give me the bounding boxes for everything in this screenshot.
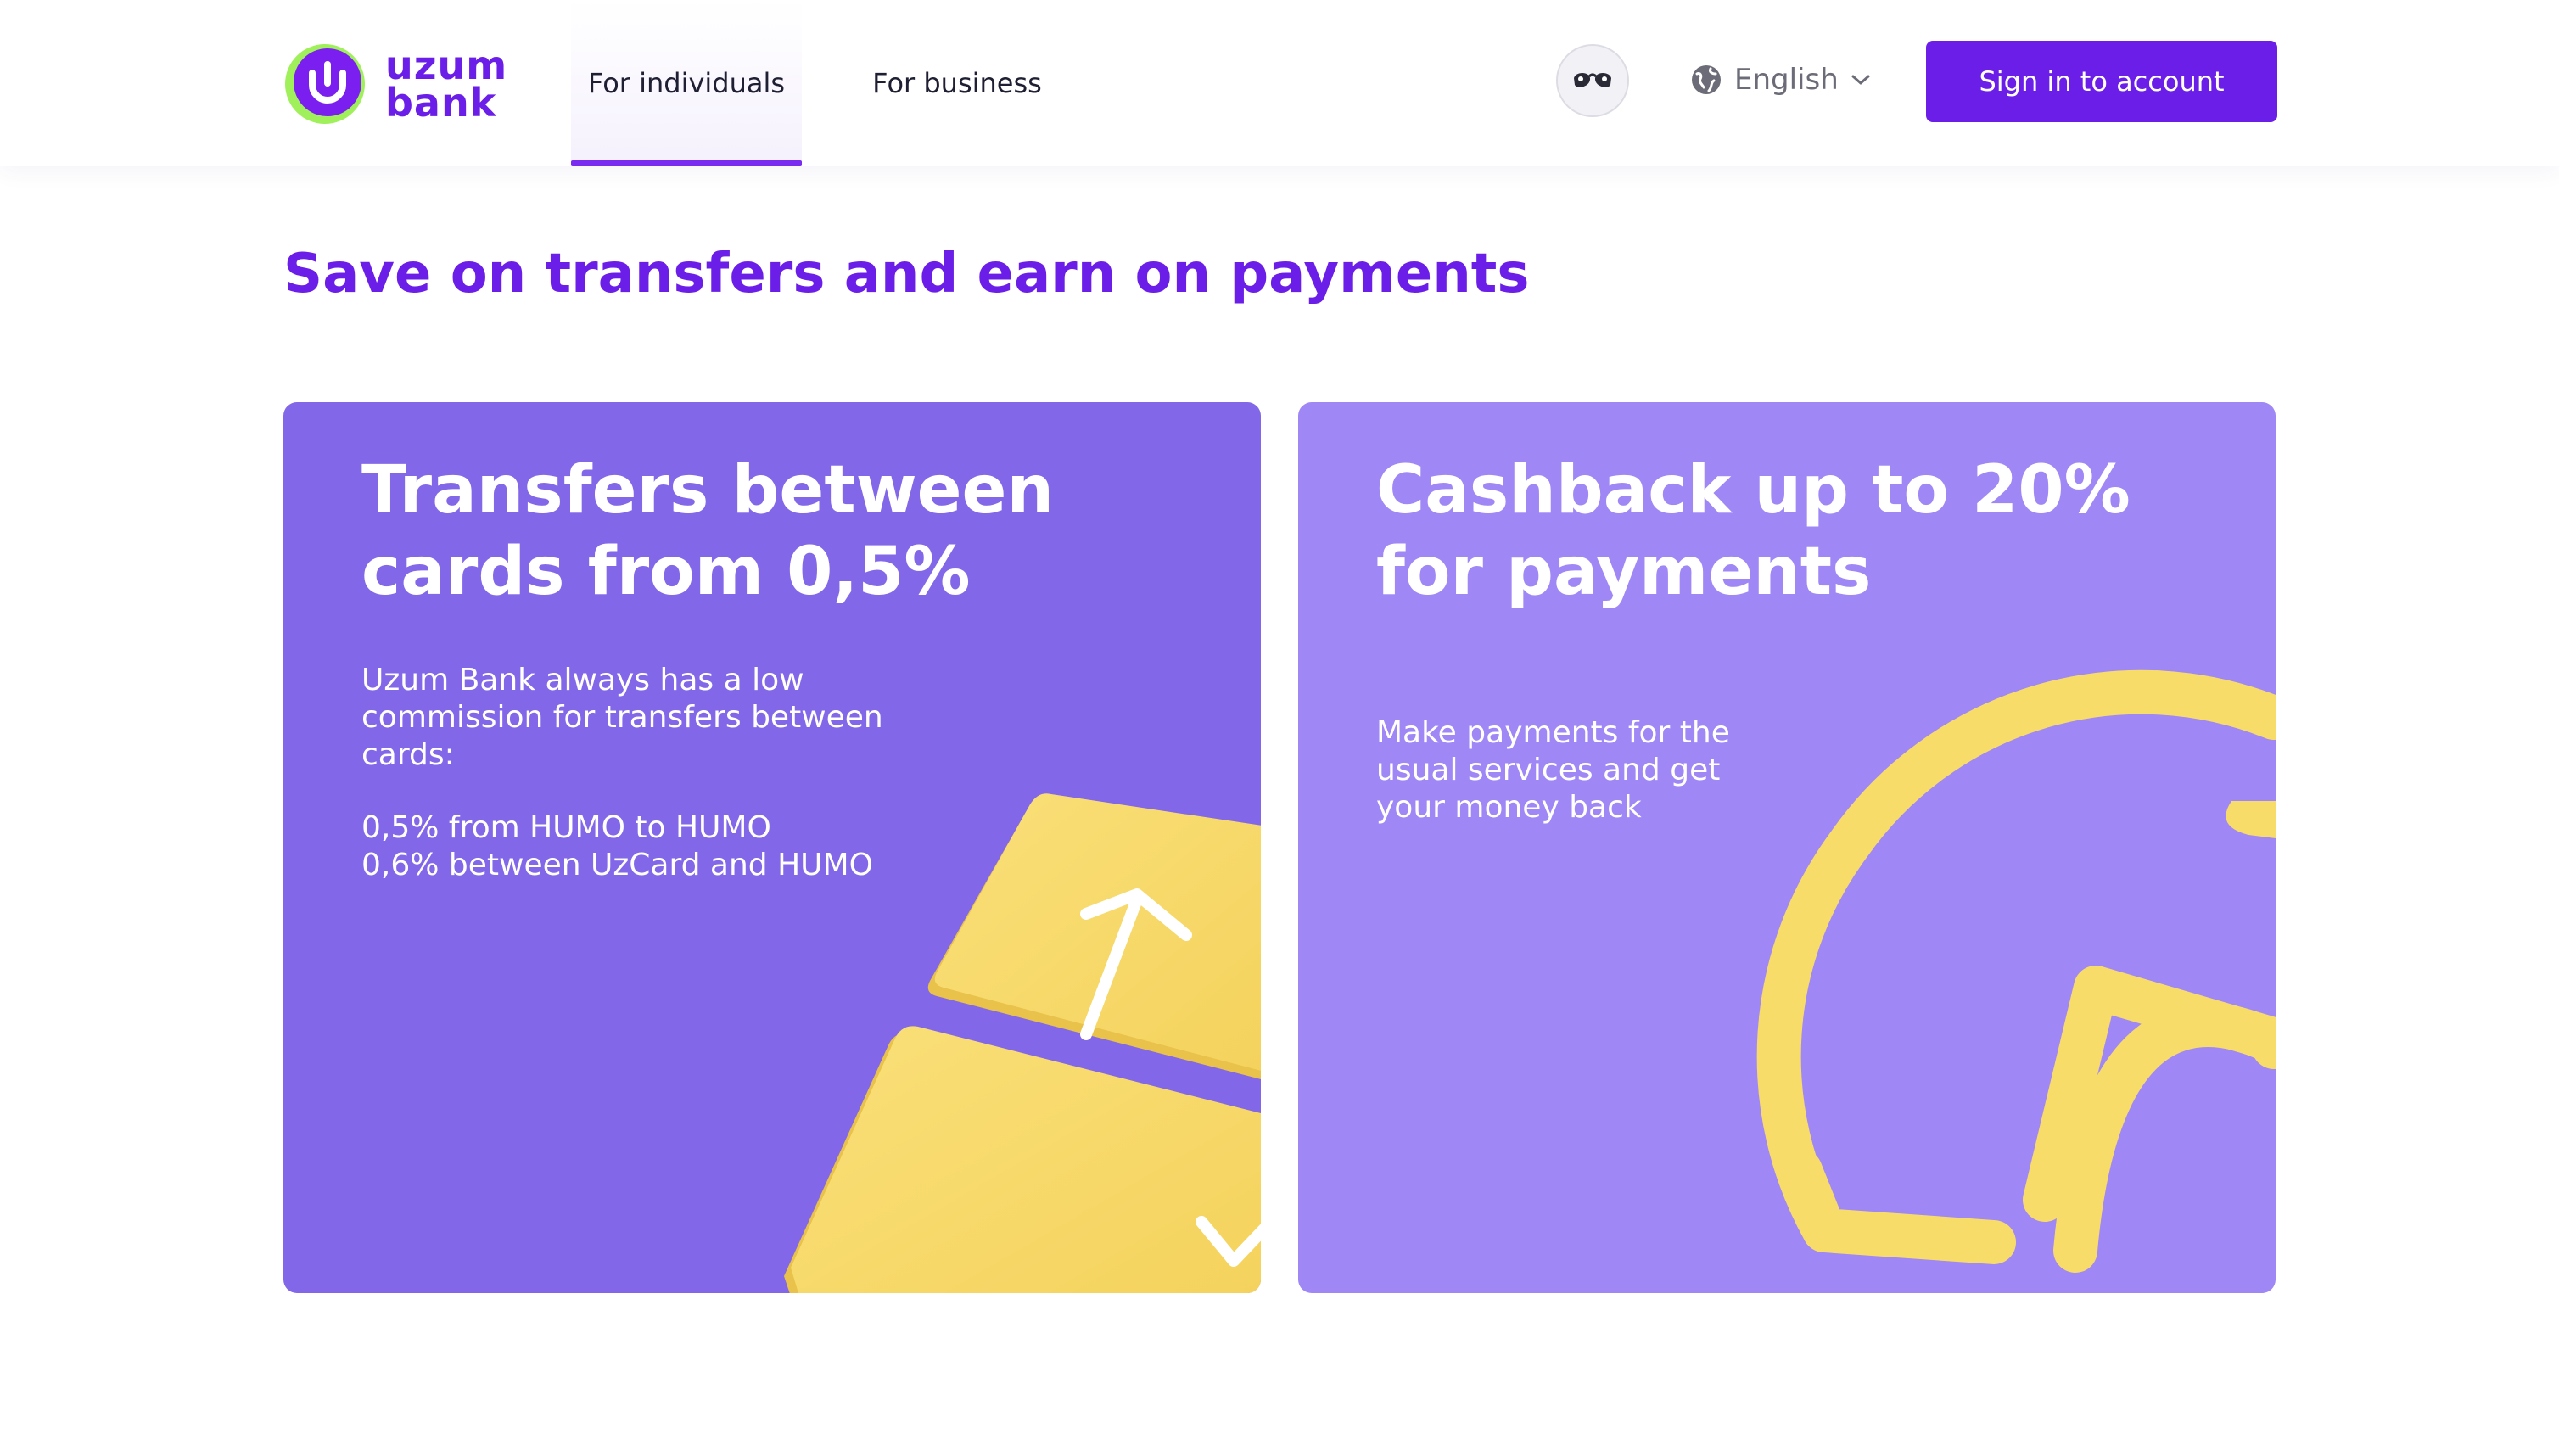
cashback-card[interactable]: Cashback up to 20% for payments Make pay… [1298,402,2276,1293]
page-title: Save on transfers and earn on payments [283,243,1530,305]
tab-for-individuals[interactable]: For individuals [571,0,802,166]
logo-line-2: bank [385,80,497,126]
logo-wordmark: uzum bank [385,42,508,126]
uzum-bank-logo[interactable]: uzum bank [283,37,507,131]
logo-line-1: uzum [385,42,508,88]
language-label: English [1734,63,1839,97]
site-header: uzum bank For individuals For business E… [0,0,2559,166]
rate-humo-humo: 0,5% from HUMO to HUMO [361,810,771,845]
transfers-card-title: Transfers between cards from 0,5% [361,452,1054,610]
globe-icon [1692,65,1721,94]
sign-in-button[interactable]: Sign in to account [1926,41,2277,122]
transfers-card[interactable]: Transfers between cards from 0,5% Uzum B… [283,402,1261,1293]
tab-for-business[interactable]: For business [848,0,1066,166]
accessibility-glasses-button[interactable] [1556,44,1629,117]
transfers-rates-list: 0,5% from HUMO to HUMO 0,6% between UzCa… [361,809,955,884]
language-selector[interactable]: English [1690,56,1871,104]
uzum-logo-icon [285,44,365,124]
cashback-card-description: Make payments for the usual services and… [1376,715,1730,825]
glasses-icon [1574,73,1611,87]
chevron-down-icon [1851,75,1870,85]
rate-uzcard-humo: 0,6% between UzCard and HUMO [361,848,873,882]
transfers-card-description: Uzum Bank always has a low commission fo… [361,663,883,772]
cashback-card-title: Cashback up to 20% for payments [1376,452,2131,610]
